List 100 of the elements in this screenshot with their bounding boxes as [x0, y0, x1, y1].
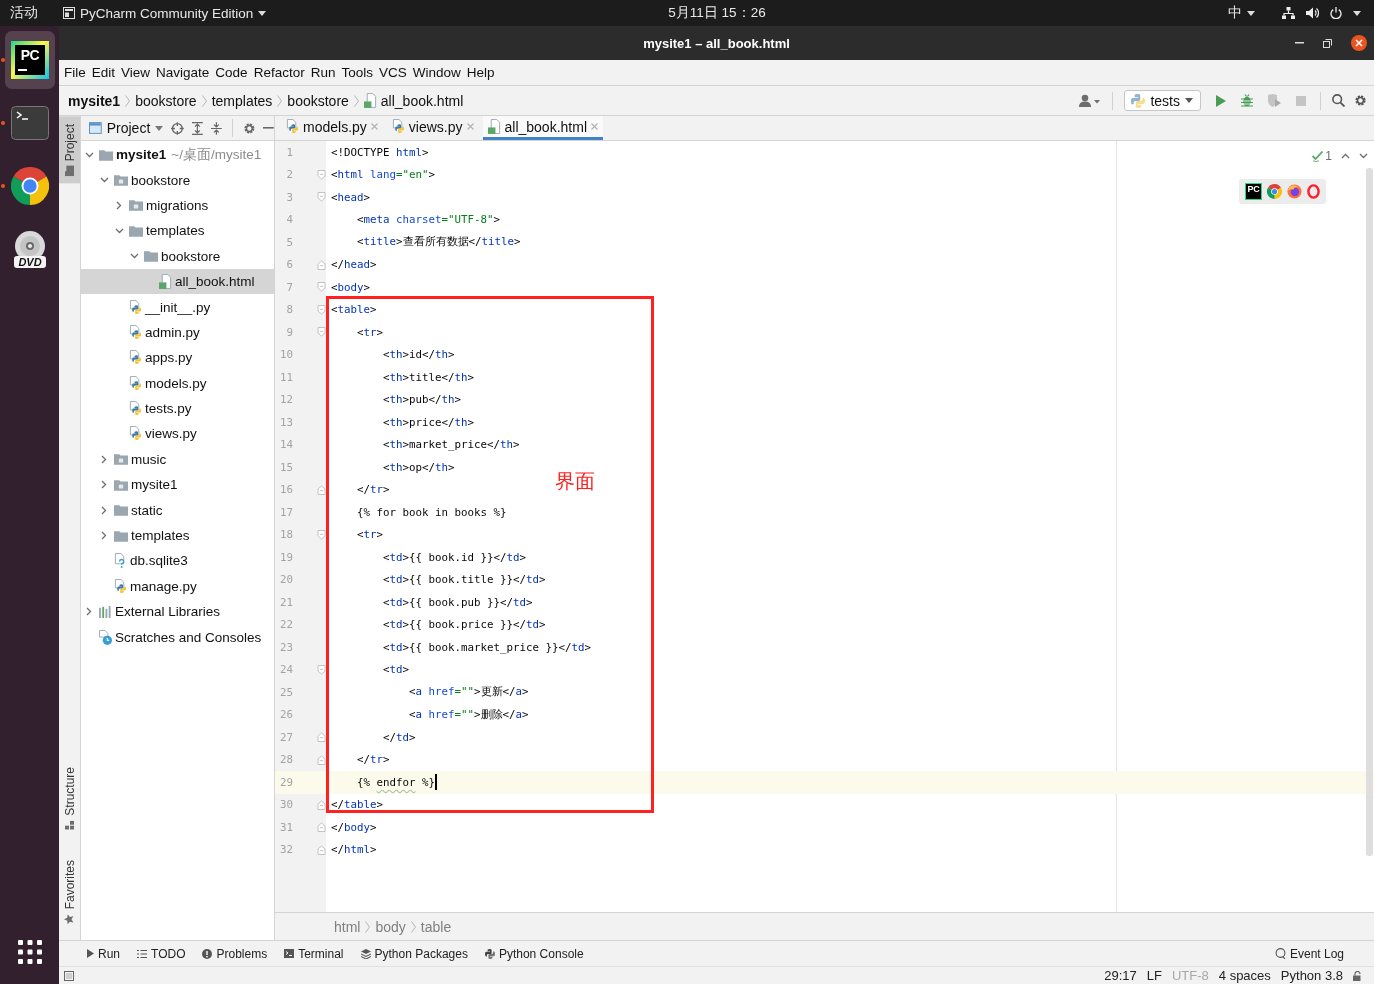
- fold-marker-icon[interactable]: [317, 822, 326, 833]
- fold-marker-icon[interactable]: [317, 664, 326, 675]
- tree-item[interactable]: External Libraries: [81, 599, 274, 625]
- chevron-down-icon[interactable]: [1359, 153, 1368, 159]
- tree-item[interactable]: templates: [81, 522, 274, 549]
- dock-app-button[interactable]: DVD: [5, 219, 55, 278]
- chevron-right-icon[interactable]: [86, 607, 92, 617]
- tree-item[interactable]: mysite1 ~/桌面/mysite1: [81, 142, 274, 168]
- ide-logo-icon[interactable]: PC: [1245, 183, 1262, 200]
- editor-tab[interactable]: views.py: [386, 116, 479, 140]
- tree-item[interactable]: static: [81, 497, 274, 523]
- settings-icon[interactable]: [242, 121, 256, 135]
- status-item[interactable]: Python 3.8: [1280, 968, 1343, 983]
- breadcrumb-item[interactable]: bookstore: [287, 92, 349, 109]
- menu-item[interactable]: Window: [409, 65, 464, 80]
- scrollbar-thumb[interactable]: [1366, 168, 1373, 856]
- tool-window-tab[interactable]: Favorites: [59, 851, 80, 932]
- fold-marker-icon[interactable]: [317, 754, 326, 765]
- minimize-icon[interactable]: [1295, 42, 1304, 44]
- breadcrumb-item[interactable]: bookstore: [135, 92, 197, 109]
- chevron-right-icon[interactable]: [101, 480, 107, 490]
- browser-icon[interactable]: [1287, 184, 1302, 199]
- menu-item[interactable]: Tools: [338, 65, 376, 80]
- tree-item[interactable]: bookstore: [81, 243, 274, 269]
- tree-item[interactable]: Scratches and Consoles: [81, 624, 274, 650]
- minus-icon[interactable]: [263, 127, 274, 129]
- fold-marker-icon[interactable]: [317, 169, 326, 180]
- tree-item[interactable]: views.py: [81, 421, 274, 447]
- settings-icon[interactable]: [1354, 94, 1367, 107]
- app-grid-icon[interactable]: [17, 940, 42, 964]
- tree-item[interactable]: manage.py: [81, 573, 274, 600]
- fold-marker-icon[interactable]: [317, 484, 326, 495]
- chevron-up-icon[interactable]: [1341, 153, 1350, 159]
- tree-item[interactable]: music: [81, 446, 274, 473]
- panel-toggle-icon[interactable]: [64, 970, 74, 981]
- tree-item[interactable]: tests.py: [81, 395, 274, 422]
- editor-tab[interactable]: models.py: [281, 116, 383, 140]
- tool-window-tab[interactable]: Structure: [59, 758, 80, 838]
- status-item[interactable]: 4 spaces: [1218, 968, 1271, 983]
- editor-tab[interactable]: all_book.html: [482, 116, 603, 140]
- browser-icon[interactable]: [1307, 184, 1320, 199]
- tool-window-button[interactable]: TODO: [137, 946, 186, 961]
- tree-item[interactable]: mysite1: [81, 472, 274, 498]
- volume-icon[interactable]: [1306, 7, 1319, 19]
- tree-item[interactable]: templates: [81, 218, 274, 244]
- menu-item[interactable]: Help: [463, 65, 498, 80]
- caret-down-icon[interactable]: [1353, 10, 1361, 16]
- restore-icon[interactable]: [1323, 38, 1332, 48]
- breadcrumb-item[interactable]: table: [420, 918, 452, 935]
- event-log-button[interactable]: Event Log: [1274, 946, 1344, 961]
- search-icon[interactable]: [1332, 94, 1345, 107]
- fold-marker-icon[interactable]: [317, 799, 326, 810]
- tree-item[interactable]: db.sqlite3: [81, 548, 274, 574]
- padlock-icon[interactable]: [1353, 970, 1362, 981]
- fold-marker-icon[interactable]: [317, 844, 326, 855]
- tree-item[interactable]: apps.py: [81, 345, 274, 371]
- tool-window-button[interactable]: Problems: [202, 946, 268, 961]
- clock[interactable]: 5月11日 15：26: [668, 4, 766, 22]
- tree-item[interactable]: models.py: [81, 370, 274, 396]
- status-item[interactable]: 29:17: [1104, 968, 1137, 983]
- input-method-menu[interactable]: 中: [1228, 4, 1255, 22]
- chevron-right-icon[interactable]: [101, 454, 107, 464]
- breadcrumb-item[interactable]: all_book.html: [363, 92, 464, 109]
- menu-item[interactable]: View: [118, 65, 154, 80]
- app-menu[interactable]: PyCharm Community Edition: [63, 5, 267, 21]
- expand-all-icon[interactable]: [192, 121, 203, 135]
- tool-window-tab[interactable]: Project: [59, 116, 80, 184]
- tree-item[interactable]: admin.py: [81, 319, 274, 346]
- breadcrumb-item[interactable]: html: [334, 918, 361, 935]
- tree-item[interactable]: __init__.py: [81, 294, 274, 320]
- menu-item[interactable]: File: [61, 65, 89, 80]
- status-item[interactable]: LF: [1146, 968, 1162, 983]
- fold-marker-icon[interactable]: [317, 327, 326, 338]
- user-dropdown-icon[interactable]: [1079, 93, 1102, 108]
- menu-item[interactable]: Navigate: [153, 65, 213, 80]
- chevron-right-icon[interactable]: [101, 531, 107, 541]
- breadcrumb-item[interactable]: mysite1: [68, 92, 121, 109]
- view-dropdown[interactable]: Project: [106, 120, 164, 136]
- chevron-down-icon[interactable]: [99, 177, 109, 184]
- breadcrumb-item[interactable]: templates: [211, 92, 273, 109]
- tree-item[interactable]: all_book.html: [81, 268, 274, 295]
- menu-item[interactable]: Edit: [88, 65, 119, 80]
- close-icon[interactable]: [1351, 35, 1367, 51]
- power-icon[interactable]: [1330, 7, 1342, 19]
- bug-icon[interactable]: [1241, 94, 1253, 107]
- chevron-right-icon[interactable]: [116, 200, 122, 210]
- tool-window-button[interactable]: Terminal: [284, 946, 344, 961]
- inspection-widget[interactable]: 1: [1312, 149, 1332, 163]
- chevron-down-icon[interactable]: [114, 227, 124, 234]
- fold-marker-icon[interactable]: [317, 192, 326, 203]
- breadcrumb-item[interactable]: body: [375, 918, 406, 935]
- menu-item[interactable]: Refactor: [250, 65, 308, 80]
- tree-item[interactable]: migrations: [81, 192, 274, 219]
- tool-window-button[interactable]: Run: [87, 946, 120, 961]
- play-icon[interactable]: [1216, 94, 1226, 107]
- tool-window-button[interactable]: Python Packages: [360, 946, 468, 961]
- activities-button[interactable]: 活动: [10, 4, 38, 22]
- menu-item[interactable]: VCS: [375, 65, 410, 80]
- collapse-all-icon[interactable]: [210, 121, 222, 135]
- tree-item[interactable]: bookstore: [81, 167, 274, 193]
